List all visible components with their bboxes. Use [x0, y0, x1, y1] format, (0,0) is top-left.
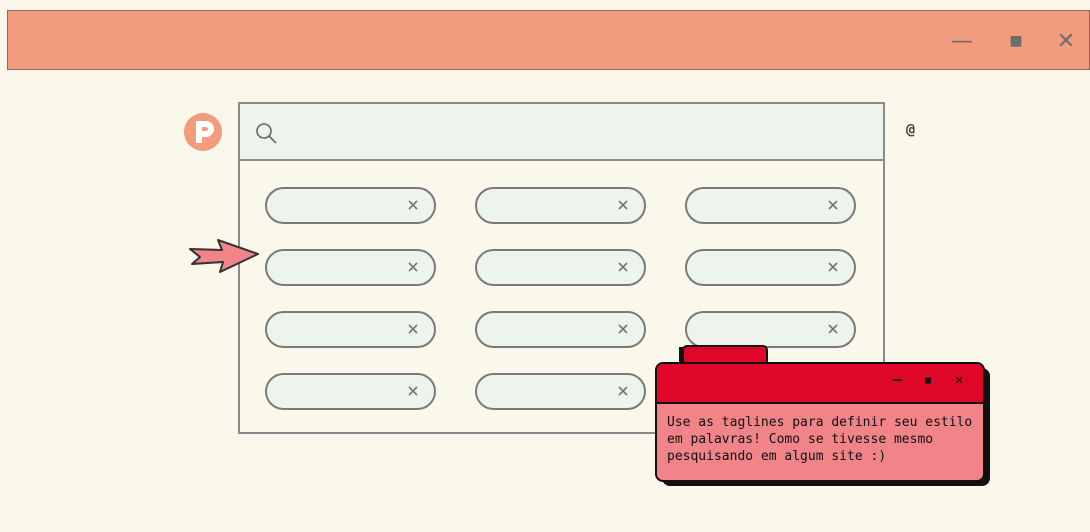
- arrow-right-icon: [189, 239, 259, 273]
- tag-pill[interactable]: [475, 311, 646, 348]
- popup-close-button[interactable]: ✕: [955, 372, 963, 388]
- close-icon[interactable]: [615, 259, 631, 275]
- title-bar: — ■ ✕: [7, 10, 1090, 70]
- close-icon[interactable]: [405, 383, 421, 399]
- logo-icon: [184, 113, 222, 151]
- search-bar: [240, 104, 883, 161]
- close-icon[interactable]: [405, 197, 421, 213]
- close-icon[interactable]: [825, 259, 841, 275]
- close-icon[interactable]: [825, 197, 841, 213]
- popup-minimize-button[interactable]: —: [893, 372, 901, 388]
- close-icon[interactable]: [825, 321, 841, 337]
- popup-maximize-button[interactable]: ■: [925, 375, 931, 386]
- tag-pill[interactable]: [265, 373, 436, 410]
- popup-message: Use as taglines para definir seu estilo …: [667, 415, 973, 464]
- close-icon[interactable]: [405, 259, 421, 275]
- tag-pill[interactable]: [475, 249, 646, 286]
- tag-pill[interactable]: [685, 249, 856, 286]
- close-icon[interactable]: [405, 321, 421, 337]
- popup-header: — ■ ✕: [657, 364, 983, 404]
- tag-pill[interactable]: [265, 249, 436, 286]
- search-input[interactable]: [288, 112, 872, 152]
- tag-pill[interactable]: [685, 187, 856, 224]
- close-button[interactable]: ✕: [1046, 11, 1086, 71]
- tag-pill[interactable]: [475, 373, 646, 410]
- close-icon[interactable]: [615, 321, 631, 337]
- close-icon[interactable]: [615, 383, 631, 399]
- tag-pill[interactable]: [685, 311, 856, 348]
- at-icon[interactable]: @: [906, 120, 915, 138]
- search-icon: [256, 123, 277, 144]
- tag-pill[interactable]: [475, 187, 646, 224]
- tip-popup: — ■ ✕ Use as taglines para definir seu e…: [655, 362, 985, 482]
- tag-pill[interactable]: [265, 187, 436, 224]
- minimize-button[interactable]: —: [942, 11, 982, 71]
- close-icon[interactable]: [615, 197, 631, 213]
- tag-pill[interactable]: [265, 311, 436, 348]
- maximize-button[interactable]: ■: [996, 11, 1036, 71]
